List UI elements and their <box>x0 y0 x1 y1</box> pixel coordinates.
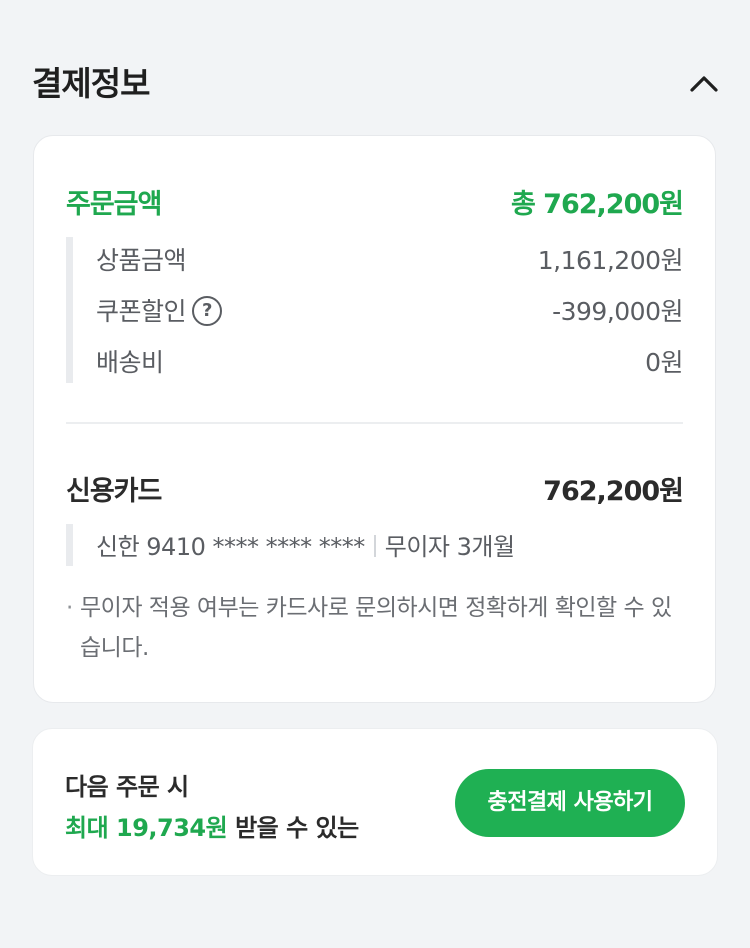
card-detail-text: 신한 9410 **** **** **** 무이자 3개월 <box>96 527 515 562</box>
breakdown-value: 1,161,200원 <box>537 246 684 275</box>
order-total-value: 총 762,200원 <box>510 189 684 220</box>
installment-notice: · 무이자 적용 여부는 카드사로 문의하시면 정확하게 확인할 수 있습니다. <box>66 588 675 668</box>
page-title: 결제정보 <box>32 64 150 103</box>
promo-banner: 다음 주문 시 최대 19,734원 받을 수 있는 충전결제 사용하기 <box>32 728 718 876</box>
card-detail-indicator-bar <box>66 524 73 566</box>
question-circle-icon[interactable]: ? <box>192 296 223 326</box>
charge-payment-button[interactable]: 충전결제 사용하기 <box>455 769 685 837</box>
collapse-button[interactable] <box>686 66 722 102</box>
notice-text: 무이자 적용 여부는 카드사로 문의하시면 정확하게 확인할 수 있습니다. <box>80 595 672 661</box>
breakdown-indicator-bar <box>66 237 73 383</box>
chevron-up-icon <box>690 76 718 92</box>
card-info: 신한 9410 **** **** **** <box>96 533 365 561</box>
breakdown-label: 배송비 <box>96 348 164 377</box>
promo-line2: 최대 19,734원 받을 수 있는 <box>65 808 359 843</box>
promo-highlight: 최대 19,734원 <box>65 814 228 842</box>
breakdown-row-shipping: 배송비 0원 <box>96 343 683 379</box>
bullet: · <box>66 595 73 621</box>
breakdown-label: 상품금액 <box>96 246 187 275</box>
promo-line2-rest: 받을 수 있는 <box>227 814 359 842</box>
order-breakdown: 상품금액 1,161,200원 쿠폰할인? -399,000원 배송비 0원 <box>66 237 684 383</box>
order-total-row: 주문금액 총 762,200원 <box>66 182 684 222</box>
payment-summary-card: 주문금액 총 762,200원 상품금액 1,161,200원 쿠폰할인? -3… <box>33 135 716 703</box>
payment-method-label: 신용카드 <box>66 476 162 507</box>
promo-line1: 다음 주문 시 <box>65 773 189 801</box>
separator <box>373 535 376 557</box>
divider <box>66 422 683 424</box>
breakdown-row-product: 상품금액 1,161,200원 <box>96 241 684 277</box>
installment-info: 무이자 3개월 <box>384 533 515 561</box>
breakdown-row-coupon: 쿠폰할인? -399,000원 <box>96 292 683 328</box>
payment-amount-value: 762,200원 <box>543 476 684 507</box>
breakdown-value: -399,000원 <box>552 297 683 326</box>
payment-method-row: 신용카드 762,200원 <box>66 469 684 509</box>
payment-info-header: 결제정보 <box>32 60 722 108</box>
order-amount-label: 주문금액 <box>66 189 162 220</box>
breakdown-value: 0원 <box>645 348 683 377</box>
breakdown-label-wrap: 쿠폰할인? <box>96 292 223 328</box>
card-detail: 신한 9410 **** **** **** 무이자 3개월 <box>66 524 683 566</box>
breakdown-label: 쿠폰할인 <box>96 297 187 326</box>
